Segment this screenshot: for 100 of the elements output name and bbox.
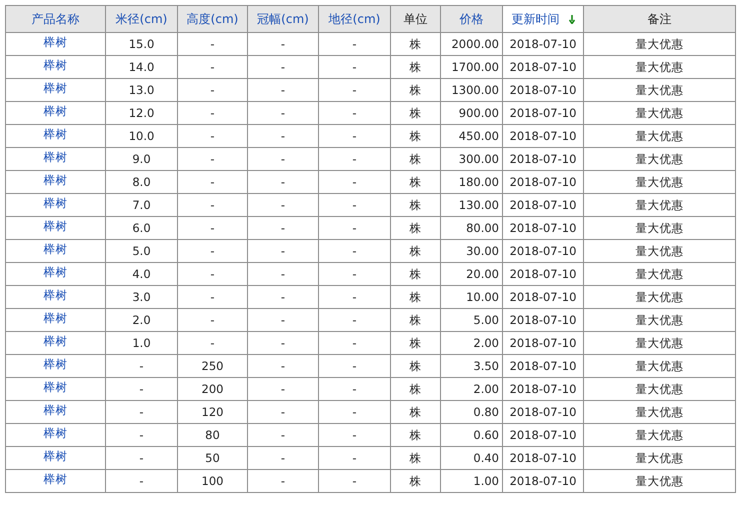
table-cell: 0.60 xyxy=(440,424,502,446)
table-cell: - xyxy=(178,194,248,216)
table-cell: 450.00 xyxy=(440,124,502,148)
table-cell: - xyxy=(318,78,390,102)
table-cell: - xyxy=(106,470,178,492)
table-cell: 2018-07-10 xyxy=(502,286,584,308)
table-cell: 量大优惠 xyxy=(584,378,736,400)
product-link[interactable]: 榉树 xyxy=(44,173,68,187)
table-cell: 2018-07-10 xyxy=(502,194,584,216)
table-cell: - xyxy=(318,102,390,124)
table-cell: - xyxy=(178,240,248,262)
table-cell: 量大优惠 xyxy=(584,124,736,148)
table-cell: 株 xyxy=(390,194,440,216)
sort-header-link[interactable]: 价格 xyxy=(440,6,502,32)
product-link[interactable]: 榉树 xyxy=(44,334,68,348)
column-header: 备注 xyxy=(584,6,736,32)
table-cell: 株 xyxy=(390,78,440,102)
table-cell: - xyxy=(248,286,318,308)
table-cell: - xyxy=(248,332,318,354)
sort-header-link[interactable]: 高度(cm) xyxy=(178,6,248,32)
table-cell: 8.0 xyxy=(106,170,178,194)
table-cell: 量大优惠 xyxy=(584,78,736,102)
table-cell: - xyxy=(178,332,248,354)
table-cell: - xyxy=(248,102,318,124)
table-cell: 13.0 xyxy=(106,78,178,102)
table-cell: - xyxy=(318,56,390,78)
table-cell: - xyxy=(178,124,248,148)
table-cell: 130.00 xyxy=(440,194,502,216)
table-cell: 量大优惠 xyxy=(584,400,736,424)
table-cell: - xyxy=(318,400,390,424)
table-cell: 株 xyxy=(390,102,440,124)
table-cell: 180.00 xyxy=(440,170,502,194)
product-link[interactable]: 榉树 xyxy=(44,219,68,233)
table-cell: 4.0 xyxy=(106,262,178,286)
sort-header-link[interactable]: 冠幅(cm) xyxy=(248,6,318,32)
table-cell: - xyxy=(248,194,318,216)
table-cell: - xyxy=(178,56,248,78)
table-cell: 株 xyxy=(390,424,440,446)
table-cell: 株 xyxy=(390,170,440,194)
table-cell: 80.00 xyxy=(440,216,502,240)
product-link[interactable]: 榉树 xyxy=(44,81,68,95)
product-link[interactable]: 榉树 xyxy=(44,265,68,279)
table-cell: - xyxy=(318,194,390,216)
table-cell: 2018-07-10 xyxy=(502,446,584,470)
table-cell: 2018-07-10 xyxy=(502,332,584,354)
product-link[interactable]: 榉树 xyxy=(44,127,68,141)
table-cell: 量大优惠 xyxy=(584,354,736,378)
table-cell: 1.00 xyxy=(440,470,502,492)
table-cell: 3.50 xyxy=(440,354,502,378)
table-cell: 量大优惠 xyxy=(584,170,736,194)
product-link[interactable]: 榉树 xyxy=(44,58,68,72)
table-cell: 2018-07-10 xyxy=(502,308,584,332)
sort-header-link[interactable]: 更新时间 xyxy=(502,6,584,32)
product-link[interactable]: 榉树 xyxy=(44,288,68,302)
product-link[interactable]: 榉树 xyxy=(44,196,68,210)
table-cell: - xyxy=(178,262,248,286)
table-cell: 2018-07-10 xyxy=(502,124,584,148)
table-cell: 7.0 xyxy=(106,194,178,216)
product-link[interactable]: 榉树 xyxy=(44,104,68,118)
table-cell: - xyxy=(248,124,318,148)
product-link[interactable]: 榉树 xyxy=(44,242,68,256)
sort-header-link[interactable]: 米径(cm) xyxy=(106,6,178,32)
table-cell: 量大优惠 xyxy=(584,332,736,354)
product-link[interactable]: 榉树 xyxy=(44,311,68,325)
table-cell: 2000.00 xyxy=(440,32,502,56)
sort-header-link[interactable]: 地径(cm) xyxy=(318,6,390,32)
product-link[interactable]: 榉树 xyxy=(44,150,68,164)
table-cell: 120 xyxy=(178,400,248,424)
table-cell: 量大优惠 xyxy=(584,216,736,240)
table-cell: - xyxy=(178,216,248,240)
table-cell: - xyxy=(178,32,248,56)
product-link[interactable]: 榉树 xyxy=(44,357,68,371)
table-cell: - xyxy=(318,424,390,446)
table-cell: - xyxy=(248,262,318,286)
table-cell: - xyxy=(106,354,178,378)
table-cell: - xyxy=(248,308,318,332)
sort-header-link[interactable]: 产品名称 xyxy=(6,6,106,32)
table-cell: 株 xyxy=(390,308,440,332)
product-link[interactable]: 榉树 xyxy=(44,403,68,417)
product-link[interactable]: 榉树 xyxy=(44,380,68,394)
table-cell: 2.00 xyxy=(440,378,502,400)
table-cell: - xyxy=(178,308,248,332)
table-cell: - xyxy=(248,148,318,170)
product-link[interactable]: 榉树 xyxy=(44,35,68,49)
table-cell: - xyxy=(248,446,318,470)
table-cell: 10.00 xyxy=(440,286,502,308)
table-cell: 2.00 xyxy=(440,332,502,354)
product-link[interactable]: 榉树 xyxy=(44,449,68,463)
product-link[interactable]: 榉树 xyxy=(44,426,68,440)
table-cell: 20.00 xyxy=(440,262,502,286)
product-link[interactable]: 榉树 xyxy=(44,472,68,486)
table-cell: - xyxy=(248,78,318,102)
table-cell: 2018-07-10 xyxy=(502,470,584,492)
table-cell: 株 xyxy=(390,240,440,262)
table-cell: - xyxy=(318,446,390,470)
table-cell: 株 xyxy=(390,124,440,148)
table-cell: 9.0 xyxy=(106,148,178,170)
table-cell: 1300.00 xyxy=(440,78,502,102)
table-cell: 6.0 xyxy=(106,216,178,240)
table-cell: 量大优惠 xyxy=(584,102,736,124)
